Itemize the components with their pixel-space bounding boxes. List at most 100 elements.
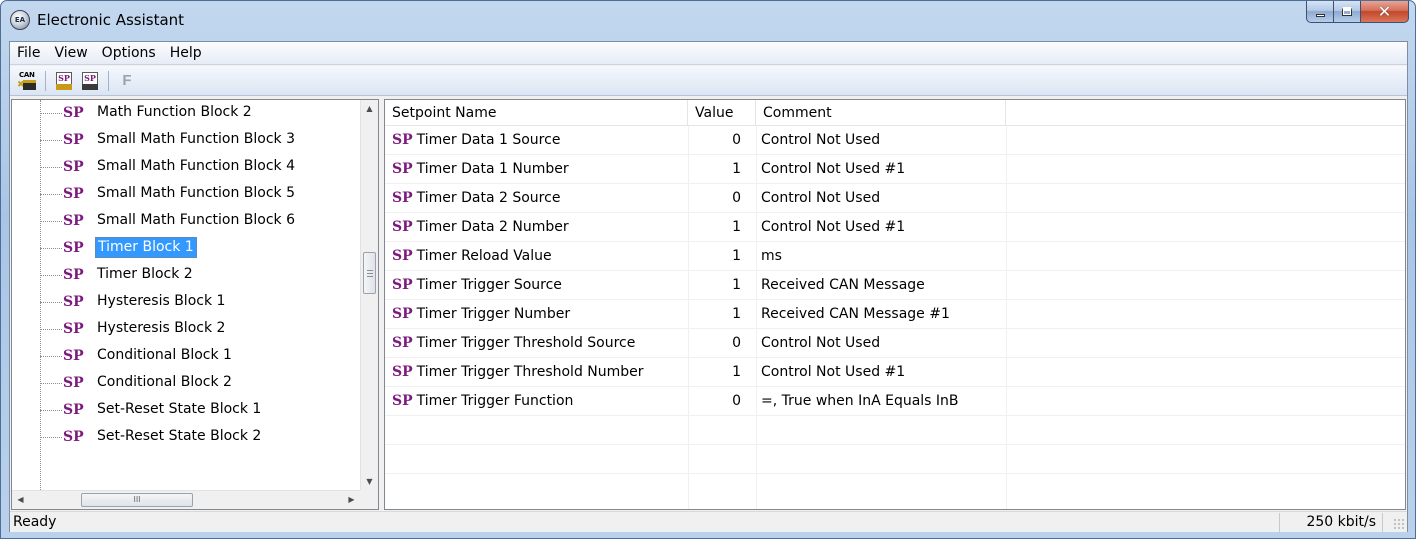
menu-bar: File View Options Help [10,42,1407,65]
tree-vertical-scroll-thumb[interactable] [363,252,376,294]
toolbar-separator [108,70,109,91]
setpoint-comment-cell: Control Not Used #1 [761,219,906,235]
save-setpoint-icon: SP [80,71,100,91]
setpoint-name: Timer Trigger Number [416,306,571,322]
tree-view[interactable]: SP Math Function Block 2 SP Small Math Func… [11,99,379,510]
tree-item[interactable]: SP Small Math Function Block 6 [12,208,360,235]
setpoint-value-cell[interactable]: 0 [688,184,749,212]
empty-row [385,445,1405,474]
setpoint-value-cell[interactable]: 0 [688,387,749,415]
setpoint-icon: SP [63,159,84,175]
setpoint-icon: SP [392,306,413,322]
resize-grip-icon[interactable] [1393,518,1405,530]
setpoint-value-cell[interactable]: 1 [688,155,749,183]
column-header-setpoint-name[interactable]: Setpoint Name [385,100,688,126]
column-header-comment[interactable]: Comment [756,100,1006,126]
table-row[interactable]: SP Timer Data 2 Source 0 Control Not Used [385,184,1405,213]
setpoint-icon: SP [392,190,413,206]
setpoint-icon: SP [63,105,84,121]
setpoint-icon: SP [392,335,413,351]
table-row[interactable]: SP Timer Trigger Function 0 =, True when In… [385,387,1405,416]
empty-row [385,416,1405,445]
toolbar: CAN ✖ SP SP F [10,66,1407,96]
setpoint-list-view[interactable]: Setpoint Name Value Comment SP Timer Data… [384,99,1406,510]
tree-item[interactable]: SP Conditional Block 1 [12,343,360,370]
tree-connector [40,248,62,249]
setpoint-value-cell[interactable]: 1 [688,358,749,386]
tree-item[interactable]: SP Set-Reset State Block 2 [12,424,360,451]
open-setpoint-button[interactable]: SP [51,69,77,93]
tree-connector [40,356,62,357]
setpoint-comment-cell: Control Not Used #1 [761,161,906,177]
setpoint-name-cell: SP Timer Reload Value [392,242,688,270]
app-logo-icon[interactable]: EA [10,10,30,30]
setpoint-value-cell[interactable]: 0 [688,126,749,154]
tree-item[interactable]: SP Timer Block 1 [12,235,360,262]
setpoint-name: Timer Reload Value [416,248,552,264]
tree-item[interactable]: SP Timer Block 2 [12,262,360,289]
setpoint-comment-cell: Control Not Used [761,335,881,351]
setpoint-name: Timer Data 1 Source [416,132,561,148]
setpoint-icon: SP [63,267,84,283]
menu-file[interactable]: File [10,42,47,64]
tree-item[interactable]: SP Small Math Function Block 4 [12,154,360,181]
scroll-left-icon[interactable]: ◀ [12,491,29,509]
column-divider [1006,126,1007,509]
minimize-button[interactable] [1306,1,1334,23]
tree-item-label: Math Function Block 2 [97,104,252,120]
column-divider [688,126,689,509]
save-setpoint-button[interactable]: SP [77,69,103,93]
can-connect-button[interactable]: CAN ✖ [14,69,40,93]
tree-item[interactable]: SP Small Math Function Block 3 [12,127,360,154]
caption-buttons: ✕ [1306,1,1409,23]
column-header-value[interactable]: Value [688,100,756,126]
setpoint-name: Timer Trigger Threshold Source [416,335,636,351]
title-bar[interactable]: EA Electronic Assistant ✕ [1,1,1415,41]
maximize-button[interactable] [1334,1,1361,23]
tree-item[interactable]: SP Conditional Block 2 [12,370,360,397]
tree-item[interactable]: SP Hysteresis Block 1 [12,289,360,316]
setpoint-name-cell: SP Timer Data 1 Source [392,126,688,154]
table-row[interactable]: SP Timer Trigger Threshold Number 1 Control… [385,358,1405,387]
column-divider [756,126,757,509]
table-row[interactable]: SP Timer Data 2 Number 1 Control Not Used #… [385,213,1405,242]
table-row[interactable]: SP Timer Data 1 Number 1 Control Not Used #… [385,155,1405,184]
setpoint-icon: SP [63,240,84,256]
setpoint-comment-cell: Received CAN Message [761,277,925,293]
tree-vertical-scrollbar[interactable]: ▲ ▼ [360,100,378,490]
minimize-icon [1315,14,1325,17]
setpoint-value-cell[interactable]: 1 [688,300,749,328]
tree-item[interactable]: SP Math Function Block 2 [12,100,360,127]
scroll-right-icon[interactable]: ▶ [343,491,360,509]
tree-item-label: Timer Block 2 [97,266,193,282]
table-row[interactable]: SP Timer Trigger Threshold Source 0 Control… [385,329,1405,358]
flash-button[interactable]: F [114,69,140,93]
tree-horizontal-scrollbar[interactable]: ◀ III ▶ [12,490,360,509]
setpoint-icon: SP [63,402,84,418]
setpoint-value-cell[interactable]: 1 [688,242,749,270]
menu-options[interactable]: Options [95,42,163,64]
menu-help[interactable]: Help [163,42,209,64]
tree-item-label: Set-Reset State Block 1 [97,401,262,417]
scroll-up-icon[interactable]: ▲ [361,100,378,117]
setpoint-value-cell[interactable]: 0 [688,329,749,357]
tree-horizontal-scroll-thumb[interactable]: III [81,493,193,507]
client-area: File View Options Help CAN ✖ SP SP F SP … [9,41,1408,532]
setpoint-name: Timer Data 1 Number [416,161,569,177]
tree-item-label: Hysteresis Block 2 [97,320,226,336]
table-row[interactable]: SP Timer Reload Value 1 ms [385,242,1405,271]
table-row[interactable]: SP Timer Trigger Source 1 Received CAN Mess… [385,271,1405,300]
table-row[interactable]: SP Timer Data 1 Source 0 Control Not Used [385,126,1405,155]
tree-item-label: Conditional Block 1 [97,347,232,363]
tree-item[interactable]: SP Hysteresis Block 2 [12,316,360,343]
menu-view[interactable]: View [47,42,94,64]
close-button[interactable]: ✕ [1361,1,1409,23]
tree-item[interactable]: SP Set-Reset State Block 1 [12,397,360,424]
scroll-down-icon[interactable]: ▼ [361,473,378,490]
setpoint-comment-cell: Control Not Used [761,132,881,148]
close-icon: ✕ [1377,2,1392,21]
tree-item[interactable]: SP Small Math Function Block 5 [12,181,360,208]
table-row[interactable]: SP Timer Trigger Number 1 Received CAN Mess… [385,300,1405,329]
setpoint-value-cell[interactable]: 1 [688,213,749,241]
setpoint-value-cell[interactable]: 1 [688,271,749,299]
